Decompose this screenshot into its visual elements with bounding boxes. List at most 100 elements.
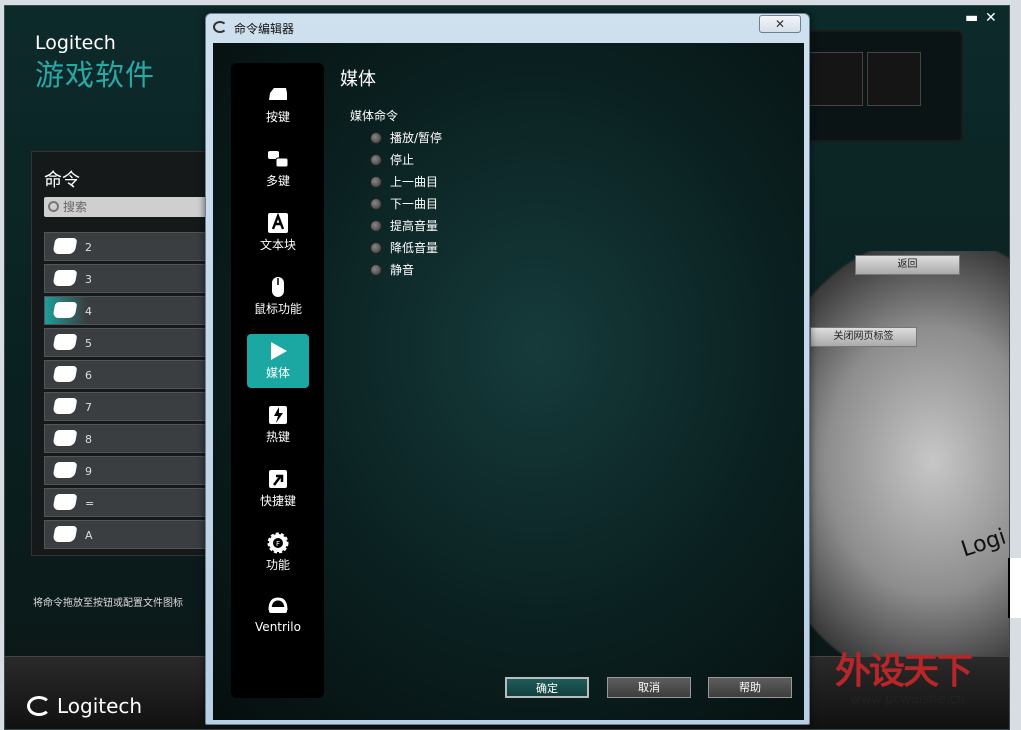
keycap-icon	[52, 302, 78, 318]
profile-slot[interactable]	[809, 52, 863, 106]
profile-panel	[805, 30, 963, 142]
keycap-icon	[52, 270, 78, 286]
profile-slot[interactable]	[867, 52, 921, 106]
keycap-icon	[52, 238, 78, 254]
command-item[interactable]: 6	[44, 360, 212, 389]
radio-label: 上一曲目	[390, 175, 439, 189]
command-item[interactable]: 7	[44, 392, 212, 421]
command-label: 7	[85, 401, 92, 414]
command-label: 3	[85, 273, 92, 286]
command-label: 5	[85, 337, 92, 350]
nav-item-mouse-function[interactable]: 鼠标功能	[247, 270, 309, 324]
bottom-logo-text: Logitech	[57, 694, 143, 718]
watermark-text: 外设天下	[835, 651, 973, 692]
logitech-g-icon	[213, 21, 227, 33]
media-option-volume-up[interactable]: 提高音量	[370, 217, 438, 233]
function-gear-icon: F	[267, 532, 289, 554]
nav-item-hotkey[interactable]: 热键	[247, 398, 309, 452]
nav-label: 鼠标功能	[253, 302, 302, 316]
command-search-input[interactable]: 搜索	[44, 197, 212, 217]
brand-name: Logitech	[35, 32, 116, 54]
play-icon	[271, 342, 287, 360]
command-item[interactable]: 3	[44, 264, 212, 293]
app-close-button[interactable]: ✕	[985, 10, 997, 26]
cancel-button[interactable]: 取消	[607, 677, 691, 698]
command-item[interactable]: 5	[44, 328, 212, 357]
command-item[interactable]: =	[44, 488, 212, 517]
nav-item-function[interactable]: F 功能	[247, 526, 309, 580]
search-icon	[48, 201, 59, 212]
nav-item-text-block[interactable]: 文本块	[247, 206, 309, 260]
nav-item-multikey[interactable]: 多键	[247, 142, 309, 196]
radio-label: 停止	[390, 153, 415, 167]
back-button[interactable]: 返回	[855, 255, 960, 275]
nav-item-keystroke[interactable]: 按键	[247, 78, 309, 132]
keycap-icon	[52, 334, 78, 350]
shortcut-icon	[269, 470, 287, 488]
svg-text:F: F	[276, 540, 280, 548]
nav-label: 功能	[265, 558, 290, 572]
radio-button[interactable]	[370, 154, 382, 166]
radio-button[interactable]	[370, 264, 382, 276]
radio-button[interactable]	[370, 220, 382, 232]
nav-item-shortcut[interactable]: 快捷键	[247, 462, 309, 516]
search-placeholder: 搜索	[63, 200, 88, 214]
nav-label: 快捷键	[259, 494, 296, 508]
radio-label: 播放/暂停	[390, 131, 443, 145]
keycap-icon	[52, 494, 78, 510]
command-label: 9	[85, 465, 92, 478]
media-option-next-track[interactable]: 下一曲目	[370, 195, 438, 211]
media-option-mute[interactable]: 静音	[370, 261, 414, 277]
media-option-play-pause[interactable]: 播放/暂停	[370, 129, 442, 145]
command-item[interactable]: 4	[44, 296, 212, 325]
command-editor-dialog: 命令编辑器 ✕ 按键 多键 文本块 鼠标功能 媒体 热键 快捷键 F 功能 Ve…	[205, 13, 810, 725]
nav-item-media[interactable]: 媒体	[247, 334, 309, 388]
radio-label: 提高音量	[390, 219, 439, 233]
command-label: 8	[85, 433, 92, 446]
nav-label: 多键	[265, 174, 290, 188]
commands-title: 命令	[44, 170, 80, 191]
dialog-close-button[interactable]: ✕	[759, 15, 801, 33]
radio-label: 下一曲目	[390, 197, 439, 211]
nav-label: Ventrilo	[255, 620, 301, 634]
dialog-body: 按键 多键 文本块 鼠标功能 媒体 热键 快捷键 F 功能 Ventrilo 媒…	[213, 43, 804, 720]
keycap-icon	[52, 366, 78, 382]
command-label: =	[85, 497, 95, 510]
media-option-previous-track[interactable]: 上一曲目	[370, 173, 438, 189]
keycap-icon	[52, 462, 78, 478]
ok-button[interactable]: 确定	[505, 677, 589, 698]
nav-label: 热键	[265, 430, 290, 444]
nav-item-ventrilo[interactable]: Ventrilo	[247, 590, 309, 644]
side-arrow-icon	[1008, 558, 1021, 618]
media-option-volume-down[interactable]: 降低音量	[370, 239, 438, 255]
nav-label: 媒体	[265, 366, 290, 380]
key-icon	[269, 88, 287, 100]
command-item[interactable]: A	[44, 520, 212, 549]
command-item[interactable]: 9	[44, 456, 212, 485]
command-label: 4	[85, 305, 92, 318]
help-button[interactable]: 帮助	[708, 677, 792, 698]
media-option-stop[interactable]: 停止	[370, 151, 414, 167]
nav-label: 按键	[265, 110, 290, 124]
radio-label: 静音	[390, 263, 415, 277]
app-brand: Logitech 游戏软件	[35, 32, 155, 94]
radio-button[interactable]	[370, 198, 382, 210]
text-block-icon	[268, 212, 288, 233]
multikey-icon	[268, 151, 289, 168]
keycap-icon	[52, 430, 78, 446]
command-item[interactable]: 8	[44, 424, 212, 453]
command-label: A	[85, 529, 93, 542]
logitech-logo-icon	[27, 696, 51, 716]
close-tab-button[interactable]: 关闭网页标签	[810, 327, 917, 347]
command-label: 2	[85, 241, 92, 254]
radio-button[interactable]	[370, 176, 382, 188]
bottom-logo: Logitech	[27, 694, 142, 718]
minimize-button[interactable]: ▬	[965, 10, 978, 26]
radio-button[interactable]	[370, 132, 382, 144]
command-item[interactable]: 2	[44, 232, 212, 261]
watermark-url: www.pcwaishe.cn	[850, 692, 965, 707]
hotkey-icon	[269, 406, 287, 424]
radio-button[interactable]	[370, 242, 382, 254]
mouse-icon	[272, 277, 284, 297]
drag-hint-text: 将命令拖放至按钮或配置文件图标	[33, 598, 183, 609]
